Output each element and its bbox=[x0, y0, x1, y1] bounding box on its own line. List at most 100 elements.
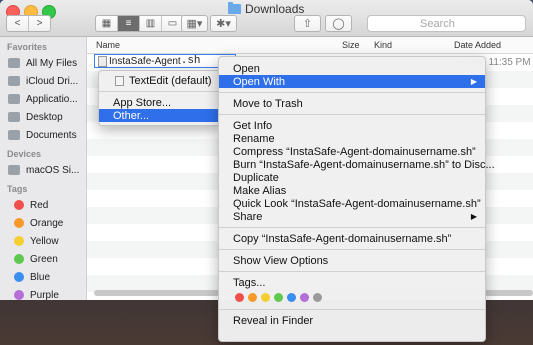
arrange-button[interactable]: ▦▾ bbox=[181, 15, 208, 32]
red-tag-icon bbox=[14, 200, 24, 210]
tags-button[interactable]: ◯ bbox=[325, 15, 352, 32]
open-with-app-store[interactable]: App Store... bbox=[99, 96, 220, 109]
yellow-tag-icon bbox=[14, 236, 24, 246]
green-tag-dot[interactable] bbox=[274, 292, 283, 302]
open-with-other[interactable]: Other... bbox=[99, 109, 220, 122]
open-with-textedit[interactable]: TextEdit (default) bbox=[99, 74, 220, 87]
sidebar-item-label: Purple bbox=[30, 289, 59, 301]
sidebar-item-label: All My Files bbox=[26, 57, 78, 69]
menu-get-info[interactable]: Get Info bbox=[219, 119, 485, 132]
menu-item-label: TextEdit (default) bbox=[129, 74, 212, 87]
menu-make-alias[interactable]: Make Alias bbox=[219, 184, 485, 197]
column-header-kind[interactable]: Kind bbox=[374, 40, 392, 50]
menu-copy[interactable]: Copy “InstaSafe-Agent-domainusername.sh” bbox=[219, 232, 485, 245]
action-gear-button[interactable]: ✱▾ bbox=[210, 15, 237, 32]
submenu-arrow-icon: ▶ bbox=[470, 77, 477, 86]
sidebar-item-macos-disk[interactable]: macOS Si... bbox=[0, 161, 86, 179]
sidebar-tag-yellow[interactable]: Yellow bbox=[0, 232, 86, 250]
column-header-date-added[interactable]: Date Added bbox=[454, 40, 501, 50]
open-with-submenu: TextEdit (default) App Store... Other... bbox=[98, 70, 221, 126]
devices-header: Devices bbox=[7, 149, 42, 159]
menu-separator bbox=[219, 227, 485, 228]
context-menu: Open Open With ▶ Move to Trash Get Info … bbox=[218, 56, 495, 342]
textedit-icon bbox=[115, 75, 124, 86]
orange-tag-icon bbox=[14, 218, 24, 228]
sidebar-item-label: Desktop bbox=[26, 111, 63, 123]
sidebar-tag-red[interactable]: Red bbox=[0, 196, 86, 214]
red-tag-dot[interactable] bbox=[235, 292, 244, 302]
folder-icon bbox=[228, 2, 241, 14]
sidebar-item-label: Green bbox=[30, 253, 58, 265]
blue-tag-dot[interactable] bbox=[287, 292, 296, 302]
desktop-icon bbox=[8, 112, 20, 122]
list-view-button[interactable]: ≡ bbox=[118, 16, 140, 31]
menu-separator bbox=[99, 91, 220, 92]
title-bar: Downloads < > ▦ ≡ ▥ ▭ ▦▾ ✱▾ ⇧ ◯ Search bbox=[0, 0, 533, 37]
orange-tag-dot[interactable] bbox=[248, 292, 257, 302]
menu-reveal-in-finder[interactable]: Reveal in Finder bbox=[219, 314, 485, 327]
icon-view-button[interactable]: ▦ bbox=[96, 16, 118, 31]
sidebar-tag-purple[interactable]: Purple bbox=[0, 286, 86, 300]
menu-item-label: Open With bbox=[233, 75, 285, 88]
all-files-icon bbox=[8, 58, 20, 68]
column-view-button[interactable]: ▥ bbox=[140, 16, 162, 31]
sidebar-item-label: macOS Si... bbox=[26, 164, 80, 176]
documents-icon bbox=[8, 130, 20, 140]
sidebar-item-label: iCloud Dri... bbox=[26, 75, 79, 87]
yellow-tag-dot[interactable] bbox=[261, 292, 270, 302]
sidebar-item-label: Documents bbox=[26, 129, 77, 141]
menu-quick-look[interactable]: Quick Look “InstaSafe-Agent-domainuserna… bbox=[219, 197, 485, 210]
purple-tag-dot[interactable] bbox=[300, 292, 309, 302]
window-title: Downloads bbox=[228, 2, 304, 16]
sidebar-item-icloud-drive[interactable]: iCloud Dri... bbox=[0, 72, 86, 90]
menu-share[interactable]: Share ▶ bbox=[219, 210, 485, 223]
menu-move-to-trash[interactable]: Move to Trash bbox=[219, 97, 485, 110]
forward-button[interactable]: > bbox=[29, 16, 50, 31]
sidebar-item-applications[interactable]: Applicatio... bbox=[0, 90, 86, 108]
sidebar-tag-green[interactable]: Green bbox=[0, 250, 86, 268]
cloud-icon bbox=[8, 76, 20, 86]
menu-open-with[interactable]: Open With ▶ bbox=[219, 75, 485, 88]
back-button[interactable]: < bbox=[7, 16, 29, 31]
green-tag-icon bbox=[14, 254, 24, 264]
menu-rename[interactable]: Rename bbox=[219, 132, 485, 145]
search-input[interactable]: Search bbox=[367, 15, 526, 32]
menu-burn[interactable]: Burn “InstaSafe-Agent-domainusername.sh”… bbox=[219, 158, 495, 171]
share-button[interactable]: ⇧ bbox=[294, 15, 321, 32]
shell-script-icon bbox=[98, 56, 107, 67]
applications-icon bbox=[8, 94, 20, 104]
menu-show-view-options[interactable]: Show View Options bbox=[219, 254, 485, 267]
sidebar-item-all-my-files[interactable]: All My Files bbox=[0, 54, 86, 72]
window-title-text: Downloads bbox=[245, 2, 305, 16]
gray-tag-dot[interactable] bbox=[313, 292, 322, 302]
menu-open[interactable]: Open bbox=[219, 62, 485, 75]
disk-icon bbox=[8, 165, 20, 175]
file-name-input[interactable]: InstaSafe-Agent bbox=[109, 56, 181, 67]
column-header-name[interactable]: Name bbox=[96, 40, 120, 50]
menu-separator bbox=[219, 114, 485, 115]
file-row-instasafe-agent[interactable]: InstaSafe-Agent .sh bbox=[94, 54, 236, 68]
sidebar-item-label: Yellow bbox=[30, 235, 59, 247]
menu-duplicate[interactable]: Duplicate bbox=[219, 171, 485, 184]
cover-flow-button[interactable]: ▭ bbox=[162, 16, 183, 31]
purple-tag-icon bbox=[14, 290, 24, 300]
column-header-size[interactable]: Size bbox=[342, 40, 360, 50]
blue-tag-icon bbox=[14, 272, 24, 282]
menu-compress[interactable]: Compress “InstaSafe-Agent-domainusername… bbox=[219, 145, 485, 158]
sidebar-item-label: Red bbox=[30, 199, 49, 211]
sidebar-tag-blue[interactable]: Blue bbox=[0, 268, 86, 286]
favorites-header: Favorites bbox=[7, 42, 48, 52]
view-mode-control: ▦ ≡ ▥ ▭ bbox=[95, 15, 184, 32]
menu-tag-colors bbox=[219, 289, 485, 305]
menu-tags[interactable]: Tags... bbox=[219, 276, 485, 289]
menu-separator bbox=[219, 249, 485, 250]
sidebar-item-documents[interactable]: Documents bbox=[0, 126, 86, 144]
submenu-arrow-icon: ▶ bbox=[470, 212, 477, 221]
sidebar-tag-orange[interactable]: Orange bbox=[0, 214, 86, 232]
sidebar-item-desktop[interactable]: Desktop bbox=[0, 108, 86, 126]
menu-separator bbox=[219, 271, 485, 272]
menu-item-label: Share bbox=[233, 210, 263, 223]
sidebar-item-label: Applicatio... bbox=[26, 93, 78, 105]
sidebar-item-label: Orange bbox=[30, 217, 64, 229]
sidebar-item-label: Blue bbox=[30, 271, 51, 283]
